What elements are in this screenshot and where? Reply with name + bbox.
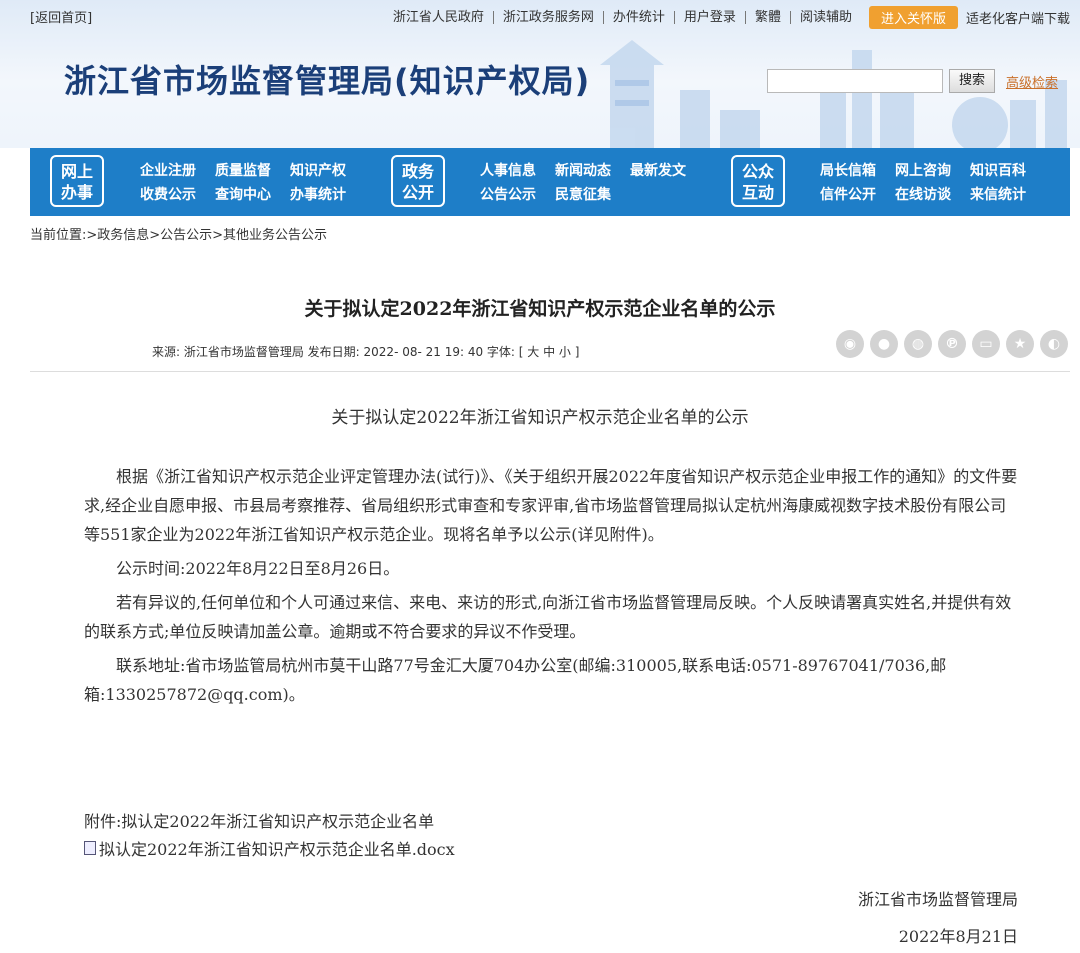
douban-icon[interactable]: ▭ [972,330,1000,358]
share-bar: ◉ ● ◍ ℗ ▭ ★ ◐ [836,330,1074,358]
attachment-label: 附件:拟认定2022年浙江省知识产权示范企业名单 [84,812,435,831]
article-title: 关于拟认定2022年浙江省知识产权示范企业名单的公示 [304,298,776,320]
article-body: 根据《浙江省知识产权示范企业评定管理办法(试行)》、《关于组织开展2022年度省… [84,462,1020,714]
top-link-login[interactable]: 用户登录 [673,11,745,24]
nav-box-label: 公开 [401,183,434,202]
nav-link-knowledge-base[interactable]: 知识百科 [970,160,1026,180]
nav-link-online-consulting[interactable]: 网上咨询 [895,160,951,180]
nav-box-online-service[interactable]: 网上 办事 [50,155,104,207]
wechat-icon[interactable]: ◍ [904,330,932,358]
nav-link-enterprise-registration[interactable]: 企业注册 [140,160,196,180]
nav-box-public-interaction[interactable]: 公众 互动 [731,155,785,207]
sign-date: 2022年8月21日 [898,927,1018,946]
nav-box-label: 网上 [60,162,93,181]
attachment-file-link[interactable]: 拟认定2022年浙江省知识产权示范企业名单.docx [84,836,455,860]
document-icon [84,841,96,855]
nav-link-announcements[interactable]: 公告公示 [480,184,536,204]
body-paragraph: 联系地址:省市场监管局杭州市莫干山路77号金汇大厦704办公室(邮编:31000… [84,656,947,704]
top-link-zj-gov[interactable]: 浙江省人民政府 [384,11,493,24]
nav-box-label: 公众 [741,162,774,181]
nav-link-letter-stats[interactable]: 来信统计 [970,184,1026,204]
qzone-icon[interactable]: ★ [1006,330,1034,358]
nav-box-label: 政务 [401,162,434,181]
renren-icon[interactable]: ◐ [1040,330,1068,358]
signer: 浙江省市场监督管理局 [857,890,1018,909]
nav-link-director-mailbox[interactable]: 局长信箱 [820,160,876,180]
breadcrumb: 当前位置:>政务信息>公告公示>其他业务公告公示 [30,228,328,243]
nav-link-latest-documents[interactable]: 最新发文 [630,160,686,180]
article-subtitle: 关于拟认定2022年浙江省知识产权示范企业名单的公示 [331,408,749,428]
nav-link-public-letters[interactable]: 信件公开 [820,184,876,204]
divider [30,371,1070,372]
pinterest-icon[interactable]: ℗ [938,330,966,358]
care-mode-button[interactable]: 进入关怀版 [868,6,958,29]
nav-box-label: 办事 [60,183,93,202]
nav-link-service-stats[interactable]: 办事统计 [290,184,346,204]
attachment-filename[interactable]: 拟认定2022年浙江省知识产权示范企业名单.docx [99,836,455,860]
nav-box-government-affairs[interactable]: 政务 公开 [391,155,445,207]
nav-link-quality-supervision[interactable]: 质量监督 [215,160,271,180]
top-link-accessibility[interactable]: 阅读辅助 [789,11,861,24]
back-home-link[interactable]: [返回首页] [30,7,92,26]
body-paragraph: 若有异议的,任何单位和个人可通过来信、来电、来访的形式,向浙江省市场监督管理局反… [84,593,1012,641]
nav-box-label: 互动 [741,183,774,202]
nav-link-query-center[interactable]: 查询中心 [215,184,271,204]
top-link-service-net[interactable]: 浙江政务服务网 [492,11,603,24]
top-link-traditional[interactable]: 繁體 [744,11,790,24]
advanced-search-link[interactable]: 高级检索 [1006,72,1058,91]
qq-icon[interactable]: ● [870,330,898,358]
nav-link-news[interactable]: 新闻动态 [555,160,611,180]
article-meta: 来源: 浙江省市场监督管理局 发布日期: 2022- 08- 21 19: 40… [152,345,580,359]
weibo-icon[interactable]: ◉ [836,330,864,358]
body-paragraph: 根据《浙江省知识产权示范企业评定管理办法(试行)》、《关于组织开展2022年度省… [84,467,1018,544]
search-button[interactable]: 搜索 [949,69,995,93]
nav-link-fee-disclosure[interactable]: 收费公示 [140,184,196,204]
top-links: 浙江省人民政府 浙江政务服务网 办件统计 用户登录 繁體 阅读辅助 进入关怀版 … [384,6,1070,29]
top-link-case-stats[interactable]: 办件统计 [602,11,674,24]
site-title: 浙江省市场监督管理局(知识产权局) [64,62,591,100]
nav-link-online-interview[interactable]: 在线访谈 [895,184,951,204]
body-paragraph: 公示时间:2022年8月22日至8月26日。 [116,559,400,578]
nav-link-opinion-collection[interactable]: 民意征集 [555,184,611,204]
main-nav: 网上 办事 企业注册 质量监督 知识产权 收费公示 查询中心 办事统计 政务 公… [30,148,1070,216]
nav-link-intellectual-property[interactable]: 知识产权 [290,160,346,180]
top-bar: [返回首页] 浙江省人民政府 浙江政务服务网 办件统计 用户登录 繁體 阅读辅助… [0,0,1080,30]
search-input[interactable] [767,69,943,93]
nav-link-personnel-info[interactable]: 人事信息 [480,160,536,180]
site-header: [返回首页] 浙江省人民政府 浙江政务服务网 办件统计 用户登录 繁體 阅读辅助… [0,0,1080,148]
elder-app-link[interactable]: 适老化客户端下载 [966,8,1070,27]
